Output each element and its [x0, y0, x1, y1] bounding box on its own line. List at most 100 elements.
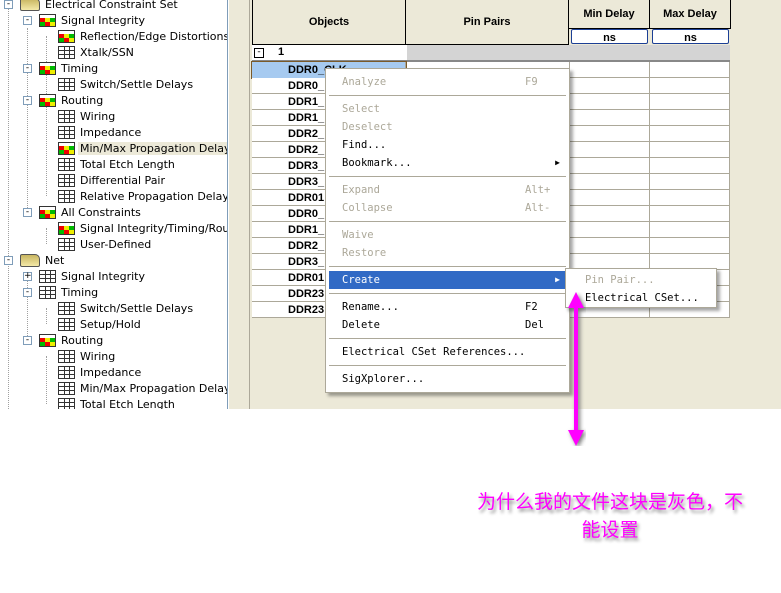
tree-item[interactable]: Routing: [39, 332, 105, 348]
table-cell[interactable]: [569, 110, 650, 126]
tree-item[interactable]: Total Etch Length: [58, 396, 177, 409]
tree-item[interactable]: Total Etch Length: [58, 156, 177, 172]
tree-item[interactable]: Signal Integrity/Timing/Routing: [58, 220, 227, 236]
tree-item[interactable]: Xtalk/SSN: [58, 44, 136, 60]
tree-item-label: Timing: [61, 61, 99, 75]
collapse-icon[interactable]: -: [23, 16, 32, 25]
header-label: Min Delay: [583, 8, 635, 20]
table-cell[interactable]: [569, 158, 650, 174]
collapse-icon[interactable]: -: [4, 0, 13, 9]
menu-item-electrical-cset[interactable]: Electrical CSet...: [569, 289, 713, 307]
menu-item-rename[interactable]: Rename... F2: [329, 298, 566, 316]
table-cell[interactable]: [569, 222, 650, 238]
collapse-icon[interactable]: -: [4, 256, 13, 265]
tree-item[interactable]: Signal Integrity: [39, 12, 147, 28]
tree-item[interactable]: Impedance: [58, 364, 143, 380]
tree-item[interactable]: Relative Propagation Delay: [58, 188, 227, 204]
menu-item-find[interactable]: Find...: [329, 136, 566, 154]
menu-item-restore[interactable]: Restore: [329, 244, 566, 262]
menu-item-deselect[interactable]: Deselect: [329, 118, 566, 136]
tree-item-label: Signal Integrity: [61, 269, 145, 283]
table-cell[interactable]: [569, 174, 650, 190]
tree-item[interactable]: Setup/Hold: [58, 316, 143, 332]
tree-item[interactable]: Switch/Settle Delays: [58, 300, 195, 316]
tree-item[interactable]: All Constraints: [39, 204, 143, 220]
annotation-note: 为什么我的文件这块是灰色，不 能设置: [440, 488, 780, 544]
column-header-pin-pairs[interactable]: Pin Pairs: [405, 0, 569, 45]
menu-item-bookmark[interactable]: Bookmark... ▶: [329, 154, 566, 172]
table-cell[interactable]: [650, 190, 730, 206]
tree-item[interactable]: Routing: [39, 92, 105, 108]
tree-item[interactable]: Timing: [39, 60, 100, 76]
menu-item-select[interactable]: Select: [329, 100, 566, 118]
menu-item-pin-pair[interactable]: Pin Pair...: [569, 271, 713, 289]
collapse-icon[interactable]: -: [23, 96, 32, 105]
folder-icon: [20, 253, 40, 267]
table-cell[interactable]: [650, 222, 730, 238]
tree-item[interactable]: Switch/Settle Delays: [58, 76, 195, 92]
expand-icon[interactable]: +: [23, 272, 32, 281]
table-cell[interactable]: [650, 126, 730, 142]
table-cell[interactable]: [569, 78, 650, 94]
tree-guide-line: [27, 28, 28, 212]
table-cell[interactable]: [569, 190, 650, 206]
tree-item[interactable]: User-Defined: [58, 236, 153, 252]
tree-item[interactable]: Wiring: [58, 348, 117, 364]
group-row-fill: [407, 45, 730, 60]
tree-item[interactable]: Differential Pair: [58, 172, 167, 188]
menu-item-expand[interactable]: Expand Alt+: [329, 181, 566, 199]
worksheet-icon: [58, 173, 75, 187]
menu-item-electrical-cset-references[interactable]: Electrical CSet References...: [329, 343, 566, 361]
table-cell[interactable]: [569, 126, 650, 142]
table-cell[interactable]: [650, 94, 730, 110]
collapse-icon[interactable]: -: [23, 288, 32, 297]
tree-item-label: Net: [45, 253, 65, 267]
tree-item[interactable]: Wiring: [58, 108, 117, 124]
table-cell[interactable]: [650, 158, 730, 174]
menu-item-analyze[interactable]: Analyze F9: [329, 73, 566, 91]
tree-item-label: Signal Integrity/Timing/Routing: [80, 221, 227, 235]
group-collapse-icon[interactable]: -: [254, 48, 264, 58]
worksheet-icon: [58, 237, 75, 251]
collapse-icon[interactable]: -: [23, 208, 32, 217]
max-delay-unit-button[interactable]: ns: [652, 29, 729, 44]
tree-item[interactable]: Electrical Constraint Set: [20, 0, 180, 12]
menu-item-create[interactable]: Create ▶: [329, 271, 566, 289]
menu-item-sigxplorer[interactable]: SigXplorer...: [329, 370, 566, 388]
table-cell[interactable]: [650, 142, 730, 158]
min-delay-unit-button[interactable]: ns: [571, 29, 648, 44]
tree-item[interactable]: Timing: [39, 284, 100, 300]
tree-splitter[interactable]: [229, 0, 250, 409]
table-cell[interactable]: [650, 78, 730, 94]
menu-item-collapse[interactable]: Collapse Alt-: [329, 199, 566, 217]
table-cell[interactable]: [650, 174, 730, 190]
menu-item-label: Deselect: [342, 121, 393, 133]
table-cell[interactable]: [569, 142, 650, 158]
column-header-min-delay[interactable]: Min Delay: [568, 0, 650, 29]
group-row[interactable]: - 1: [252, 45, 730, 62]
column-header-objects[interactable]: Objects: [252, 0, 406, 45]
menu-item-waive[interactable]: Waive: [329, 226, 566, 244]
collapse-icon[interactable]: -: [23, 336, 32, 345]
tree-item[interactable]: Signal Integrity: [39, 268, 147, 284]
table-cell[interactable]: [650, 206, 730, 222]
tree-item[interactable]: Reflection/Edge Distortions: [58, 28, 227, 44]
tree-item[interactable]: Net: [20, 252, 66, 268]
table-cell[interactable]: [650, 238, 730, 254]
column-header-max-delay[interactable]: Max Delay: [649, 0, 731, 29]
menu-item-delete[interactable]: Delete Del: [329, 316, 566, 334]
tree-item[interactable]: Min/Max Propagation Delays: [58, 380, 227, 396]
collapse-icon[interactable]: -: [23, 64, 32, 73]
table-cell[interactable]: [569, 94, 650, 110]
table-cell[interactable]: [650, 62, 730, 78]
table-cell[interactable]: [650, 110, 730, 126]
worksheet-icon: [58, 349, 75, 363]
table-cell[interactable]: [569, 62, 650, 78]
tree-item[interactable]: Impedance: [58, 124, 143, 140]
constraint-tree[interactable]: - Electrical Constraint Set - Signal Integr…: [0, 0, 228, 409]
menu-shortcut: Del: [525, 319, 544, 331]
table-cell[interactable]: [569, 238, 650, 254]
tree-item[interactable]: Min/Max Propagation Delays: [58, 140, 227, 156]
header-label: Objects: [308, 16, 350, 28]
table-cell[interactable]: [569, 206, 650, 222]
